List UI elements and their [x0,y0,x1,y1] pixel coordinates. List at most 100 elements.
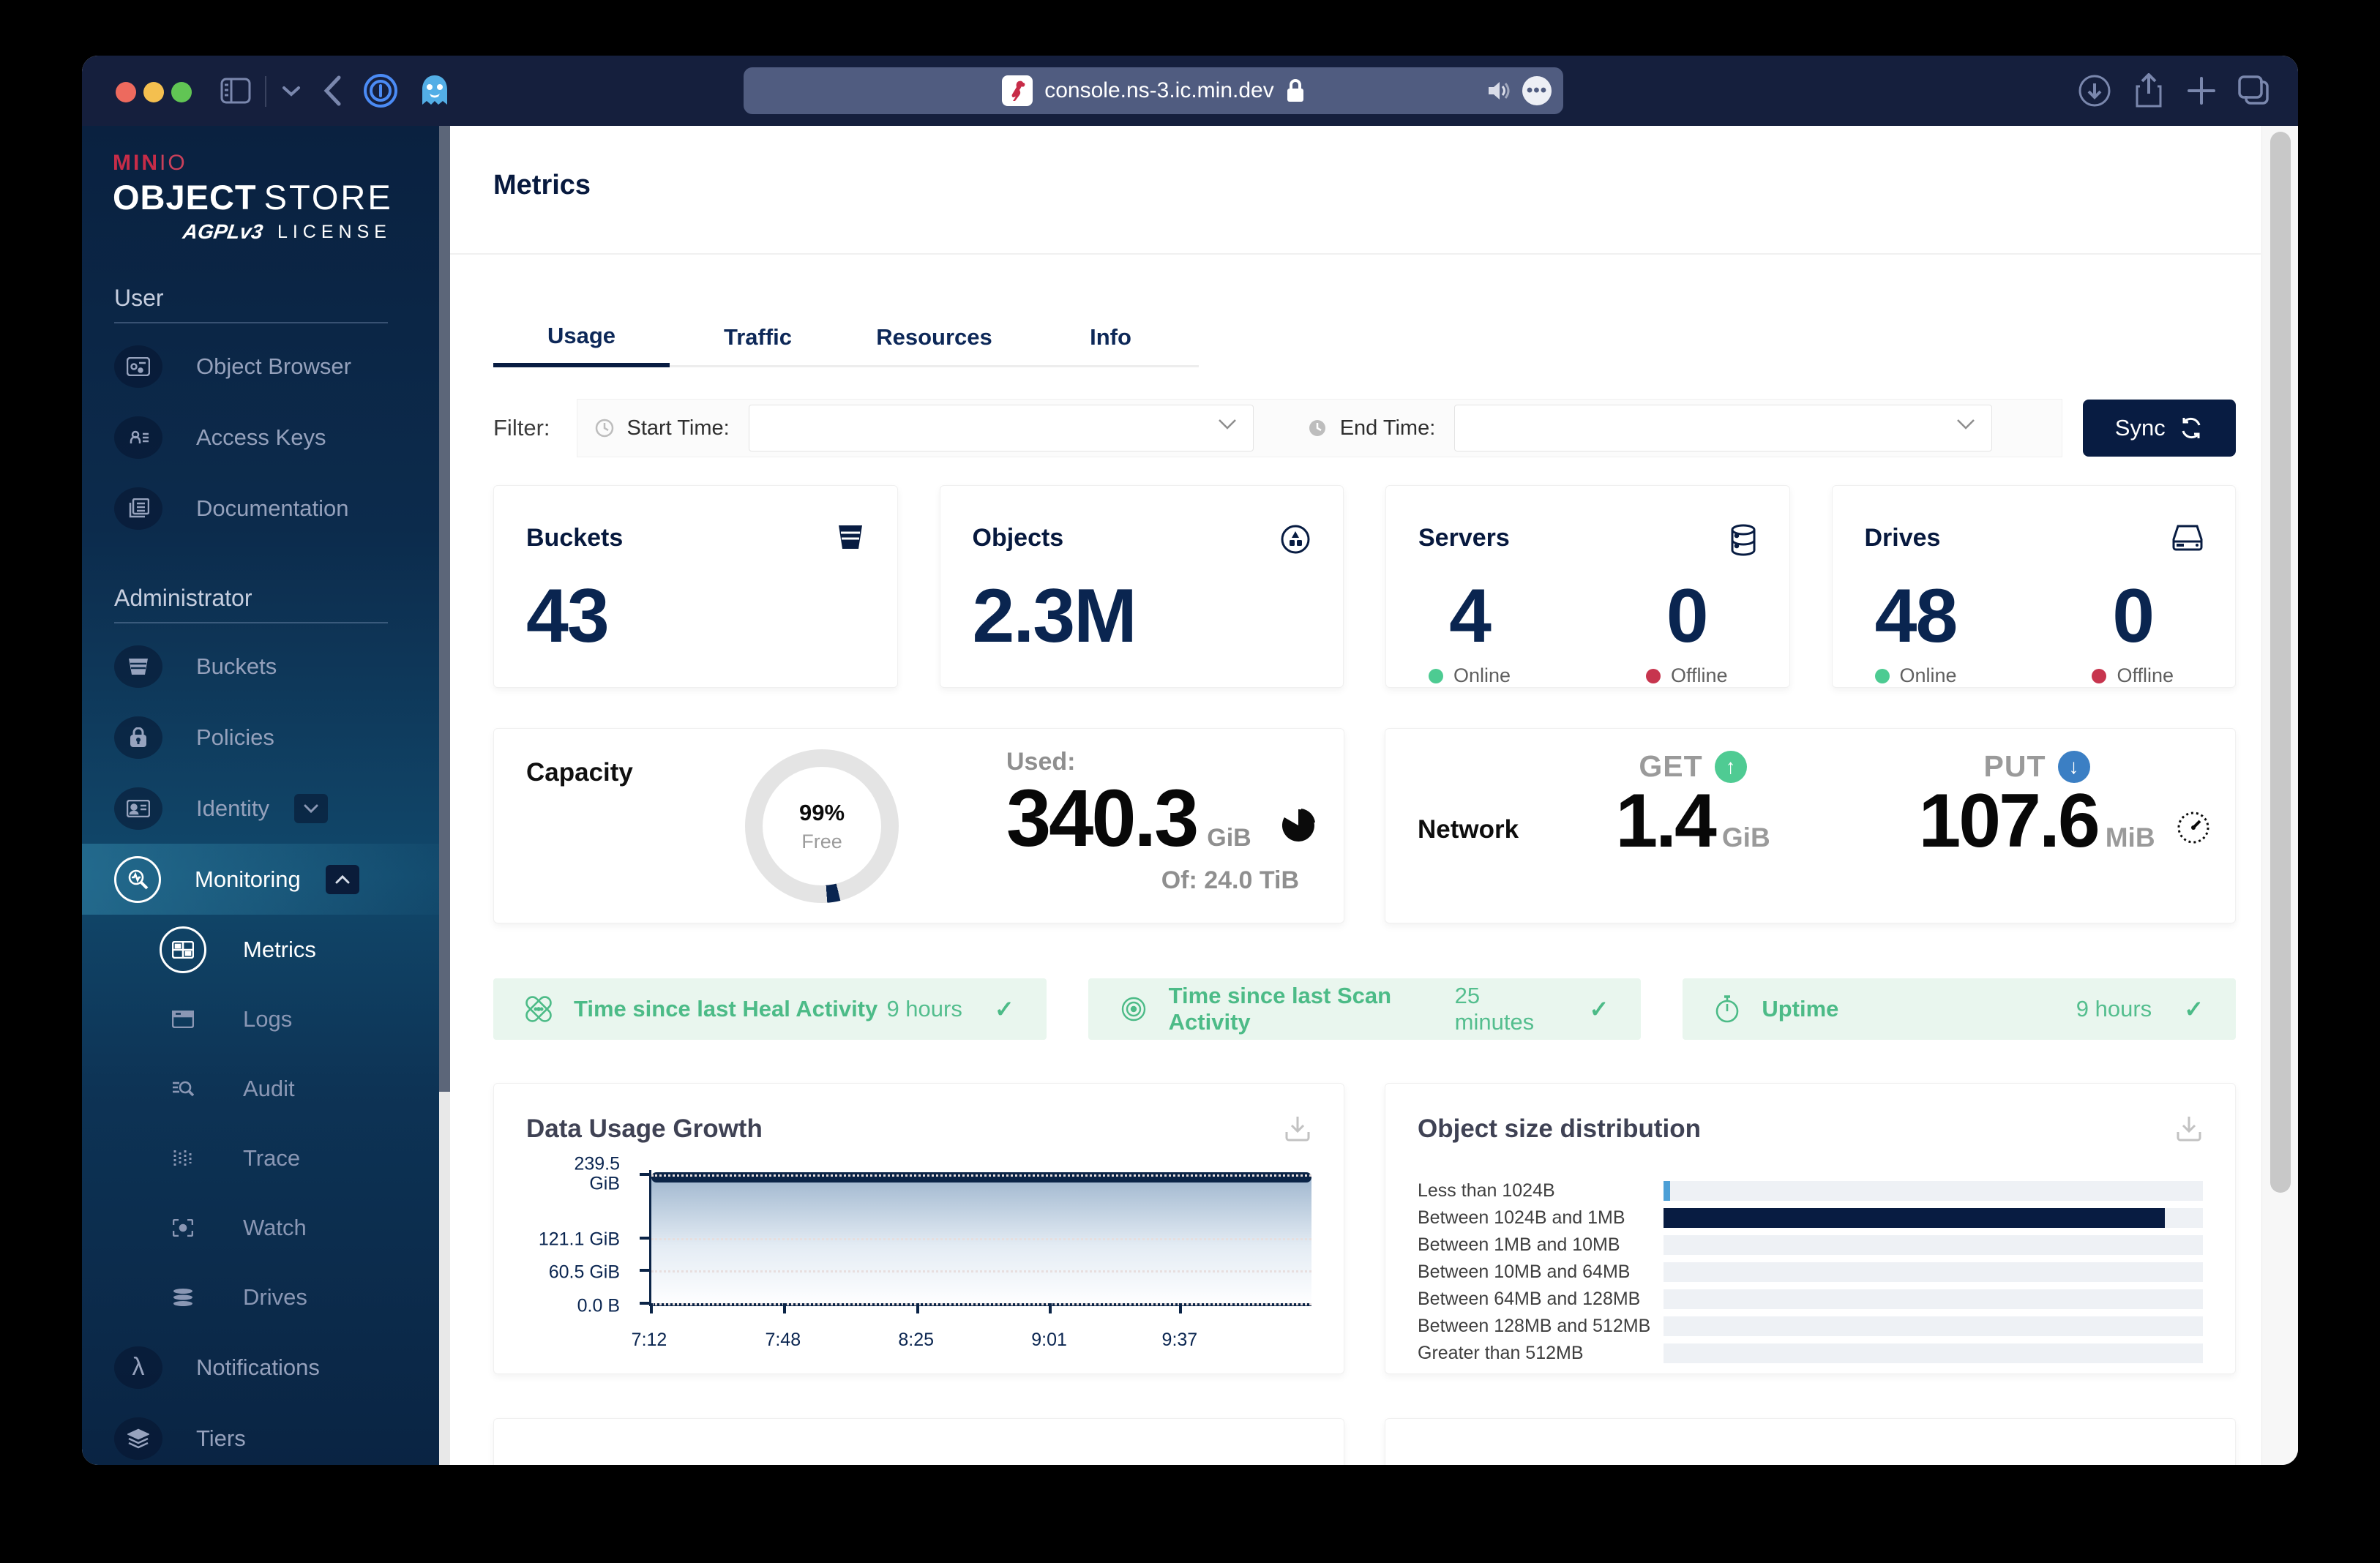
heal-activity-banner: Time since last Heal Activity 9 hours ✓ [493,978,1047,1040]
tab-usage[interactable]: Usage [493,309,670,367]
filter-label: Filter: [493,415,550,441]
dist-row: Between 128MB and 512MB [1418,1313,2203,1340]
chevron-down-icon[interactable] [274,73,309,108]
audio-mute-icon[interactable] [1487,80,1512,102]
object-size-distribution-title: Object size distribution [1418,1114,1701,1143]
drives-card-title: Drives [1864,524,1941,552]
back-button-icon[interactable] [315,73,350,108]
sidebar-item-access-keys[interactable]: Access Keys [82,402,450,473]
pie-chart-icon [1281,808,1316,843]
sidebar-scrollbar-thumb[interactable] [439,126,450,1092]
sidebar-subitem-metrics[interactable]: Metrics [82,915,450,984]
page-title: Metrics [493,170,591,200]
charts-row: Data Usage Growth 239.5 GiB 121.1 GiB 60.5… [493,1083,2236,1374]
usage-plot [640,1170,1311,1313]
online-label: Online [1453,664,1511,686]
address-bar[interactable]: console.ns-3.ic.min.dev ••• [744,67,1563,114]
end-time-label: End Time: [1339,416,1436,440]
capacity-donut: 99% Free [745,749,899,903]
main-content: Metrics Usage Traffic Resources Info Fil… [450,126,2298,1465]
online-status-dot [1429,668,1443,683]
page-options-icon[interactable]: ••• [1522,76,1552,105]
brand-min: MIN [113,151,160,175]
sidebar-item-label: Policies [196,724,274,750]
tab-traffic[interactable]: Traffic [670,309,846,367]
sidebar-item-label: Identity [196,795,269,821]
sidebar-subitem-watch[interactable]: Watch [82,1193,450,1262]
tab-info[interactable]: Info [1022,309,1199,367]
dist-track [1664,1235,2203,1255]
monitoring-collapse-chevron-icon[interactable] [325,864,359,894]
capacity-network-row: Capacity 99% Free Used: 340.3 GiB Of: 24… [493,728,2236,923]
capacity-card: Capacity 99% Free Used: 340.3 GiB Of: 24… [493,728,1344,923]
page-scrollbar-thumb[interactable] [2270,132,2291,1193]
product-store: STORE [263,178,393,217]
onepassword-extension-icon[interactable] [363,73,398,108]
buckets-card: Buckets 43 [493,485,898,688]
tab-overview-icon[interactable] [2237,73,2272,108]
dist-label: Between 64MB and 128MB [1418,1289,1641,1309]
dist-track [1664,1316,2203,1336]
servers-online-count: 4 [1449,574,1492,659]
trace-icon [160,1135,206,1182]
browser-window: console.ns-3.ic.min.dev ••• MINIO OBJECT… [82,56,2298,1465]
watch-icon [160,1204,206,1251]
download-chart-icon[interactable] [1284,1114,1311,1142]
start-time-select[interactable] [748,405,1254,451]
share-icon[interactable] [2131,73,2166,108]
identity-expand-chevron-icon[interactable] [293,793,328,823]
sidebar-item-object-browser[interactable]: Object Browser [82,331,450,402]
dist-row: Greater than 512MB [1418,1340,2203,1367]
dist-row: Between 64MB and 128MB [1418,1286,2203,1313]
partial-card [1385,1418,2236,1465]
offline-label: Offline [1670,664,1728,686]
sidebar-item-notifications[interactable]: λ Notifications [82,1332,450,1403]
sidebar-item-identity[interactable]: Identity [82,773,450,844]
sidebar-scrollbar[interactable] [439,126,450,1465]
monitoring-icon [114,855,161,903]
downloads-icon[interactable] [2077,73,2112,108]
tab-resources[interactable]: Resources [846,309,1022,367]
dist-track [1664,1181,2203,1201]
url-text: console.ns-3.ic.min.dev [1044,78,1274,102]
capacity-free-label: Free [801,830,842,852]
network-card: Network GET ↑ 1.4 GiB PUT ↓ 107.6 MiB [1385,728,2236,923]
objects-count: 2.3M [972,574,1137,659]
site-favicon [1002,75,1033,106]
browser-toolbar: console.ns-3.ic.min.dev ••• [82,56,2298,126]
sync-button-label: Sync [2114,415,2166,441]
buckets-count: 43 [526,574,610,659]
sidebar-item-tiers[interactable]: Tiers [82,1403,450,1465]
sidebar-item-documentation[interactable]: Documentation [82,473,450,544]
objects-icon [1280,524,1311,555]
ghostery-extension-icon[interactable] [417,73,452,108]
buckets-icon [114,645,162,688]
minimize-window-button[interactable] [143,82,164,102]
sidebar-subitem-logs[interactable]: Logs [82,984,450,1054]
close-window-button[interactable] [116,82,136,102]
online-status-dot [1874,668,1890,683]
new-tab-icon[interactable] [2184,73,2219,108]
sidebar-toggle-icon[interactable] [218,73,253,108]
page-scrollbar[interactable] [2261,126,2298,1465]
dist-row: Between 1024B and 1MB [1418,1204,2203,1232]
sidebar-subitem-audit[interactable]: Audit [82,1054,450,1123]
tiers-icon [114,1417,162,1460]
zoom-window-button[interactable] [171,82,192,102]
offline-status-dot [2092,668,2107,683]
objects-card: Objects 2.3M [939,485,1344,688]
data-usage-growth-title: Data Usage Growth [526,1114,763,1143]
download-chart-icon[interactable] [2175,1114,2203,1142]
sidebar-subitem-drives[interactable]: Drives [82,1262,450,1332]
sidebar-item-policies[interactable]: Policies [82,702,450,773]
access-keys-icon [114,416,162,459]
end-time-select[interactable] [1454,405,1993,451]
sidebar-subitem-trace[interactable]: Trace [82,1123,450,1193]
servers-offline-count: 0 [1666,574,1709,659]
data-usage-growth-card: Data Usage Growth 239.5 GiB 121.1 GiB 60.5… [493,1083,1344,1374]
capacity-used-value: 340.3 [1006,773,1199,863]
sync-button[interactable]: Sync [2082,400,2236,457]
sidebar-item-buckets[interactable]: Buckets [82,631,450,702]
sidebar-item-monitoring[interactable]: Monitoring [82,844,450,915]
check-icon: ✓ [994,996,1014,1022]
